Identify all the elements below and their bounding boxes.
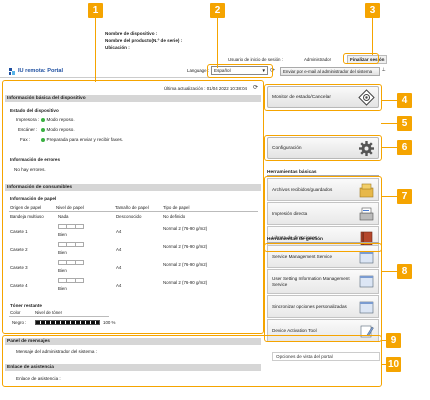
leader-5 bbox=[381, 123, 397, 125]
language-label: Language : bbox=[187, 68, 209, 73]
callout-1: 1 bbox=[88, 3, 103, 18]
product-name-label: Nombre del producto(N.º de serie) : bbox=[105, 38, 183, 43]
outline-3 bbox=[343, 53, 379, 64]
leader-2 bbox=[217, 18, 219, 68]
outline-6 bbox=[264, 135, 382, 161]
callout-7: 7 bbox=[397, 189, 412, 204]
leader-8 bbox=[381, 271, 397, 273]
callout-6: 6 bbox=[397, 140, 412, 155]
callout-5: 5 bbox=[397, 116, 412, 131]
callout-2: 2 bbox=[210, 3, 225, 18]
login-user-label: Usuario de inicio de sesión : bbox=[228, 57, 283, 62]
portal-logo-icon bbox=[8, 67, 16, 76]
callout-10: 10 bbox=[386, 357, 401, 372]
callout-9: 9 bbox=[386, 333, 401, 348]
leader-1 bbox=[95, 18, 97, 82]
device-name-label: Nombre de dispositivo : bbox=[105, 31, 158, 36]
outline-2 bbox=[207, 64, 273, 78]
callout-3: 3 bbox=[365, 3, 380, 18]
leader-3 bbox=[372, 18, 374, 55]
outline-10 bbox=[2, 335, 382, 387]
leader-4 bbox=[381, 100, 397, 102]
callout-4: 4 bbox=[397, 93, 412, 108]
app-title: IU remota: Portal bbox=[18, 68, 64, 74]
email-admin-arrow-icon: ⟂ bbox=[382, 67, 386, 73]
outline-1 bbox=[2, 80, 264, 334]
outline-8 bbox=[264, 243, 382, 342]
email-admin-button[interactable]: Enviar por e-mail al administrador del s… bbox=[280, 67, 380, 76]
leader-6 bbox=[381, 147, 397, 149]
location-label: Ubicación : bbox=[105, 45, 130, 50]
leader-7 bbox=[381, 196, 397, 198]
callout-8: 8 bbox=[397, 264, 412, 279]
outline-7 bbox=[264, 176, 382, 252]
outline-5 bbox=[264, 84, 382, 111]
login-user-value: Administrador bbox=[304, 57, 332, 62]
